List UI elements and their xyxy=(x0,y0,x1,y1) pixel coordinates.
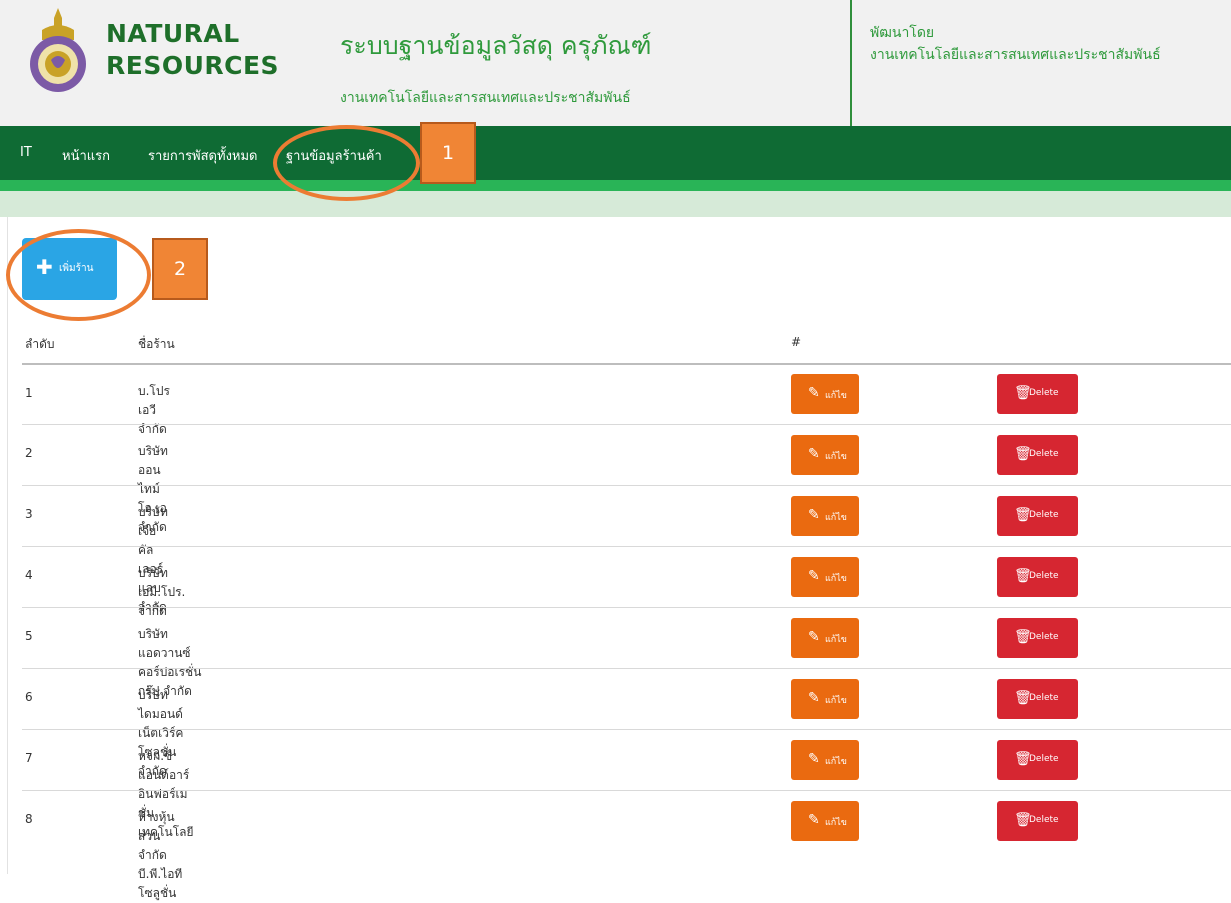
pencil-icon: ✎ xyxy=(808,385,820,401)
edit-button[interactable]: ✎ แก้ไข xyxy=(791,374,859,414)
nav-stripe xyxy=(0,180,1231,191)
pencil-icon: ✎ xyxy=(808,751,820,767)
row-number: 8 xyxy=(25,812,33,826)
row-number: 1 xyxy=(25,386,33,400)
system-subtitle: งานเทคโนโลยีและสารสนเทศและประชาสัมพันธ์ xyxy=(340,90,631,106)
annotation-circle-1 xyxy=(273,125,420,201)
nav-band xyxy=(0,191,1231,217)
row-number: 5 xyxy=(25,629,33,643)
row-divider xyxy=(22,790,1231,791)
developed-by-name: งานเทคโนโลยีและสารสนเทศและประชาสัมพันธ์ xyxy=(870,47,1161,63)
annotation-badge-1: 1 xyxy=(420,122,476,184)
delete-button[interactable]: 🗑 Delete xyxy=(997,740,1078,780)
row-divider xyxy=(22,546,1231,547)
row-number: 7 xyxy=(25,751,33,765)
pencil-icon: ✎ xyxy=(808,812,820,828)
row-divider xyxy=(22,729,1231,730)
annotation-badge-2: 2 xyxy=(152,238,208,300)
nav-item-all-supplies[interactable]: รายการพัสดุทั้งหมด xyxy=(148,145,258,166)
pencil-icon: ✎ xyxy=(808,690,820,706)
header-divider xyxy=(850,0,852,126)
developed-by-label: พัฒนาโดย xyxy=(870,25,935,41)
row-divider xyxy=(22,485,1231,486)
row-number: 6 xyxy=(25,690,33,704)
pencil-icon: ✎ xyxy=(808,507,820,523)
row-divider xyxy=(22,668,1231,669)
delete-button[interactable]: 🗑 Delete xyxy=(997,374,1078,414)
row-store-name: ห้างหุ้นส่วนจำกัด บี.พี.ไอที โซลูชั่น xyxy=(138,810,183,900)
row-divider xyxy=(22,424,1231,425)
edit-button[interactable]: ✎ แก้ไข xyxy=(791,557,859,597)
row-number: 4 xyxy=(25,568,33,582)
edit-button[interactable]: ✎ แก้ไข xyxy=(791,435,859,475)
row-divider xyxy=(22,607,1231,608)
column-header-actions: # xyxy=(791,335,802,349)
delete-button[interactable]: 🗑 Delete xyxy=(997,618,1078,658)
pencil-icon: ✎ xyxy=(808,629,820,645)
university-seal-logo xyxy=(30,8,86,92)
pencil-icon: ✎ xyxy=(808,568,820,584)
row-number: 3 xyxy=(25,507,33,521)
delete-button[interactable]: 🗑 Delete xyxy=(997,801,1078,841)
row-store-name: บริษัท เอมิ.โปร. จำกัด xyxy=(138,566,186,618)
system-title: ระบบฐานข้อมูลวัสดุ ครุภัณฑ์ xyxy=(340,31,652,60)
column-header-store-name: ชื่อร้าน xyxy=(138,337,175,351)
nav-item-it[interactable]: IT xyxy=(20,145,32,160)
delete-button[interactable]: 🗑 Delete xyxy=(997,679,1078,719)
delete-button[interactable]: 🗑 Delete xyxy=(997,557,1078,597)
delete-button[interactable]: 🗑 Delete xyxy=(997,435,1078,475)
annotation-circle-2 xyxy=(6,229,151,321)
row-store-name: บ.โปร เอวี จำกัด xyxy=(138,384,170,436)
column-header-order: ลำดับ xyxy=(25,337,55,351)
edit-button[interactable]: ✎ แก้ไข xyxy=(791,618,859,658)
edit-button[interactable]: ✎ แก้ไข xyxy=(791,679,859,719)
nav-item-home[interactable]: หน้าแรก xyxy=(62,145,110,166)
pencil-icon: ✎ xyxy=(808,446,820,462)
brand-logo-text: NATURAL RESOURCES xyxy=(106,19,280,80)
edit-button[interactable]: ✎ แก้ไข xyxy=(791,740,859,780)
table-header-divider xyxy=(22,363,1231,365)
edit-button[interactable]: ✎ แก้ไข xyxy=(791,801,859,841)
row-number: 2 xyxy=(25,446,33,460)
delete-button[interactable]: 🗑 Delete xyxy=(997,496,1078,536)
edit-button[interactable]: ✎ แก้ไข xyxy=(791,496,859,536)
